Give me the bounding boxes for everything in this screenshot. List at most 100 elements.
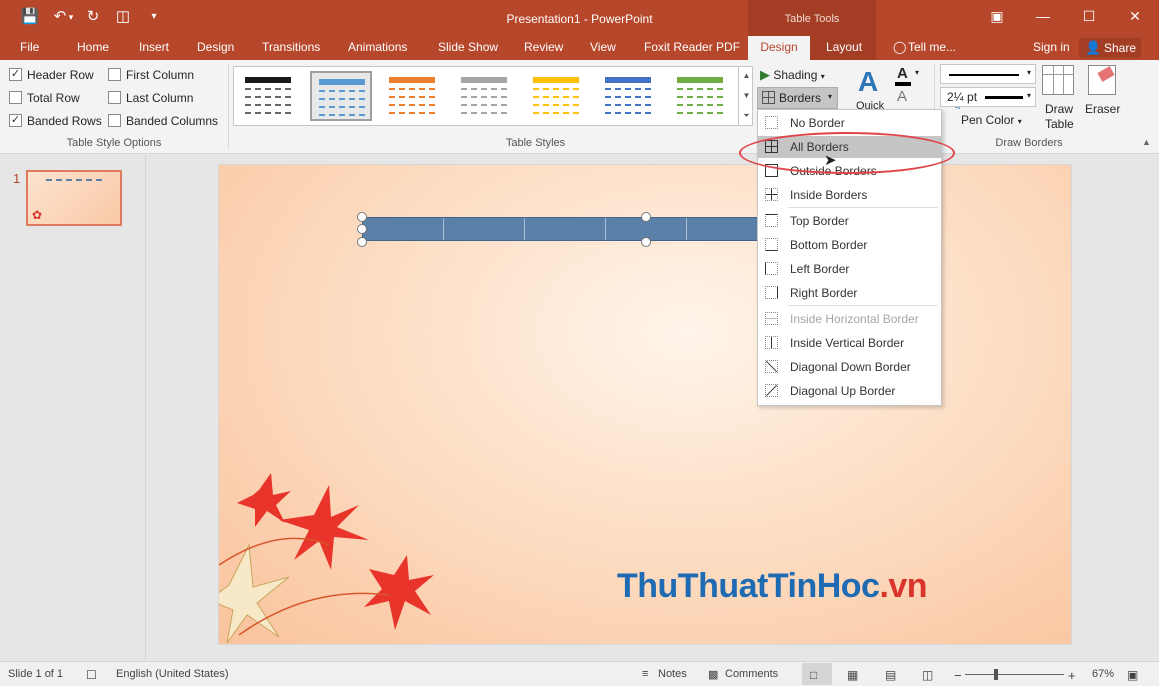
language-indicator[interactable]: English (United States) [116,668,229,680]
eraser-label[interactable]: Eraser [1085,102,1120,116]
zoom-slider-thumb[interactable] [994,669,999,680]
notes-button[interactable]: Notes [658,668,687,680]
fit-to-window-icon[interactable]: ▣ [1127,668,1138,682]
table-style-thumbnail[interactable] [454,71,516,121]
menu-item-label: Inside Vertical Border [790,336,905,350]
table-style-thumbnail[interactable] [382,71,444,121]
shading-button[interactable]: ▶ Shading ▾ [760,67,825,83]
tab-table-design[interactable]: Design [748,36,810,60]
tab-home[interactable]: Home [77,40,109,54]
menu-item-label: Left Border [790,262,850,276]
pen-weight-dropdown[interactable]: 2¼ pt ▾ [940,87,1036,107]
table-style-thumbnail[interactable] [598,71,660,121]
menu-item-inside-vertical-border[interactable]: Inside Vertical Border [758,332,941,354]
tell-me-box[interactable]: Tell me... [908,40,956,54]
resize-handle[interactable] [357,237,367,247]
resize-handle[interactable] [641,237,651,247]
comments-icon[interactable]: ▩ [708,668,718,681]
thumb-row-line [533,96,579,98]
notes-icon[interactable]: ≡ [642,668,648,680]
tab-design[interactable]: Design [197,40,234,54]
slide-number: 1 [13,171,21,186]
chevron-down-icon[interactable]: ▾ [915,68,919,77]
gallery-down-icon[interactable]: ▼ [739,86,754,106]
checkbox[interactable] [108,91,121,104]
close-icon[interactable]: ✕ [1112,0,1158,32]
gallery-more-icon[interactable]: ⏷ [739,106,754,126]
contextual-group-label: Table Tools [784,13,840,25]
sign-in-link[interactable]: Sign in [1033,40,1070,54]
thumb-header-row [389,77,435,83]
menu-item-diagonal-up-border[interactable]: Diagonal Up Border [758,380,941,402]
menu-item-bottom-border[interactable]: Bottom Border [758,234,941,256]
checkbox[interactable]: ✓ [9,114,22,127]
zoom-out-icon[interactable]: − [954,668,962,683]
menu-item-right-border[interactable]: Right Border [758,282,941,304]
menu-item-top-border[interactable]: Top Border [758,210,941,232]
option-label: Total Row [27,91,80,105]
reading-view-icon[interactable]: ▤ [885,668,896,682]
table-label[interactable]: Table [1045,117,1074,131]
pen-color-button[interactable]: Pen Color ▾ [961,113,1022,127]
group-label-draw-borders: Draw Borders [995,137,1063,149]
table-style-thumbnail[interactable] [670,71,732,121]
tab-layout[interactable]: Layout [826,40,862,54]
slide-canvas[interactable]: ThuThuatTinHoc.vn [218,164,1072,645]
checkbox[interactable] [108,114,121,127]
menu-item-diagonal-down-border[interactable]: Diagonal Down Border [758,356,941,378]
table-style-thumbnail[interactable] [526,71,588,121]
tab-view[interactable]: View [590,40,616,54]
menu-item-no-border[interactable]: No Border [758,112,941,134]
gallery-up-icon[interactable]: ▲ [739,66,754,86]
tab-review[interactable]: Review [524,40,563,54]
option-label: Banded Columns [126,114,219,128]
status-bar: Slide 1 of 1 ☐ English (United States) ≡… [0,661,1159,686]
tab-animations[interactable]: Animations [348,40,407,54]
slideshow-view-icon[interactable]: ◫ [922,668,933,682]
menu-item-left-border[interactable]: Left Border [758,258,941,280]
slide-sorter-icon[interactable]: ▦ [847,668,858,682]
draw-table-icon[interactable] [1042,65,1074,95]
maximize-icon[interactable]: ☐ [1066,0,1112,32]
tab-transitions[interactable]: Transitions [262,40,320,54]
watermark-suffix: .vn [879,567,928,605]
text-outline-icon[interactable]: A [897,88,907,105]
table-style-thumbnail[interactable] [310,71,372,121]
chevron-down-icon: ▾ [828,92,833,101]
comments-button[interactable]: Comments [725,668,778,680]
text-fill-icon[interactable]: A [897,65,908,82]
zoom-slider[interactable] [965,674,1064,675]
checkbox[interactable] [9,91,22,104]
option-label: First Column [126,68,195,82]
pen-style-dropdown[interactable]: ▾ [940,64,1036,84]
slide-thumbnail[interactable]: ✿ [26,170,122,226]
zoom-in-icon[interactable]: + [1068,668,1076,683]
tab-file[interactable]: File [20,40,39,54]
tab-foxit-reader-pdf[interactable]: Foxit Reader PDF [644,40,740,54]
eraser-icon[interactable] [1088,65,1116,95]
slide-table[interactable] [362,217,780,241]
zoom-percent[interactable]: 67% [1092,668,1114,680]
share-button[interactable]: 👤 Share [1079,38,1141,58]
slide-indicator[interactable]: Slide 1 of 1 [8,668,63,680]
collapse-ribbon-icon[interactable]: ▲ [1142,137,1151,147]
resize-handle[interactable] [357,224,367,234]
borders-button[interactable]: Borders ▾ [757,87,838,109]
table-style-thumbnail[interactable] [238,71,300,121]
resize-handle[interactable] [641,212,651,222]
checkbox[interactable]: ✓ [9,68,22,81]
table-styles-gallery[interactable] [233,66,753,126]
minimize-icon[interactable]: — [1020,0,1066,32]
spelling-check-icon[interactable]: ☐ [86,668,97,682]
top-border-icon [765,214,778,227]
tab-slide-show[interactable]: Slide Show [438,40,498,54]
menu-item-label: Right Border [790,286,858,300]
ribbon-display-options-icon[interactable]: ▣ [974,0,1020,32]
checkbox[interactable] [108,68,121,81]
gallery-scrollbar[interactable]: ▲ ▼ ⏷ [738,66,753,126]
resize-handle[interactable] [357,212,367,222]
draw-label[interactable]: Draw [1045,102,1073,116]
tab-insert[interactable]: Insert [139,40,169,54]
quick-styles-icon[interactable]: A [858,66,878,98]
menu-item-inside-borders[interactable]: Inside Borders [758,184,941,206]
